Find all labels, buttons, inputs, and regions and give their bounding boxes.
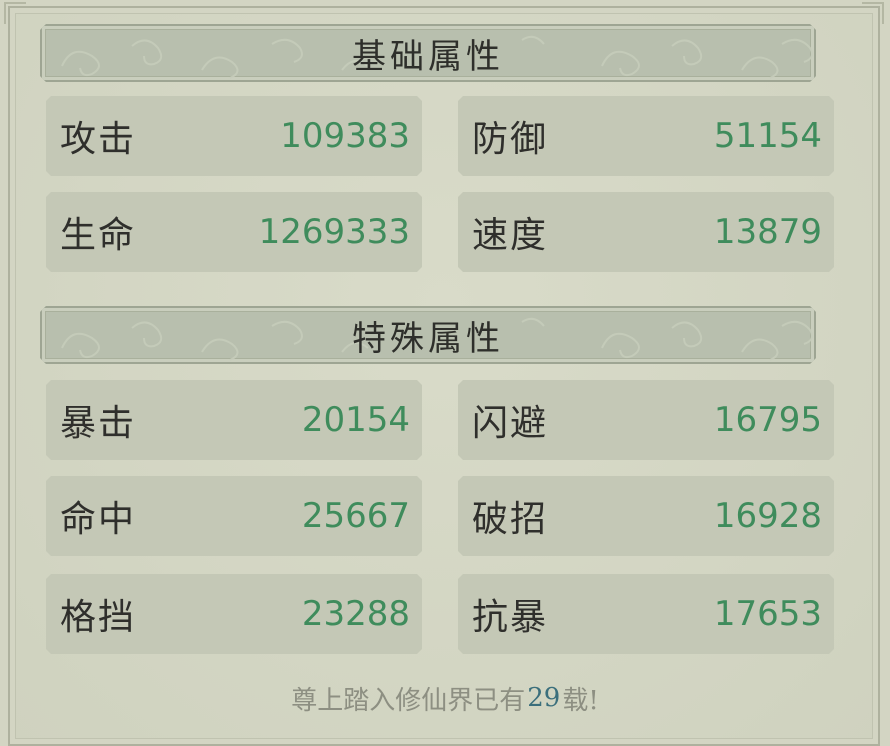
stat-dodge: 闪避 16795 [458,380,834,460]
footer-prefix: 尊上踏入修仙界已有 [291,685,526,716]
stat-value: 13879 [713,212,822,252]
section-title: 特殊属性 [352,318,504,359]
stat-value: 51154 [713,116,822,156]
stat-label: 攻击 [60,119,137,160]
stat-label: 抗暴 [472,597,549,638]
stat-value: 109383 [280,116,410,156]
stat-crit: 暴击 20154 [46,380,422,460]
corner-ornament [4,2,26,24]
stat-attack: 攻击 109383 [46,96,422,176]
stat-value: 16795 [713,400,822,440]
stat-label: 命中 [60,499,137,540]
stat-label: 破招 [472,499,549,540]
stat-label: 生命 [60,215,137,256]
stat-value: 20154 [301,400,410,440]
stat-hp: 生命 1269333 [46,192,422,272]
section-title: 基础属性 [352,36,504,77]
stat-label: 防御 [472,119,549,160]
footer-years: 29 [527,683,561,713]
stat-block: 格挡 23288 [46,574,422,654]
section-header-special: 特殊属性 [40,306,816,364]
stat-label: 格挡 [60,597,137,638]
stat-value: 25667 [301,496,410,536]
stat-value: 17653 [713,594,822,634]
stat-hit: 命中 25667 [46,476,422,556]
stat-speed: 速度 13879 [458,192,834,272]
footer-suffix: 载! [562,685,599,716]
stat-label: 暴击 [60,403,137,444]
stat-label: 速度 [472,215,549,256]
stat-crit-resist: 抗暴 17653 [458,574,834,654]
stat-value: 23288 [301,594,410,634]
stat-label: 闪避 [472,403,549,444]
stat-value: 16928 [713,496,822,536]
stat-break: 破招 16928 [458,476,834,556]
cultivation-years-text: 尊上踏入修仙界已有 29 载! [0,676,890,720]
section-header-basic: 基础属性 [40,24,816,82]
corner-ornament [862,2,884,24]
stat-value: 1269333 [258,212,410,252]
stat-defense: 防御 51154 [458,96,834,176]
